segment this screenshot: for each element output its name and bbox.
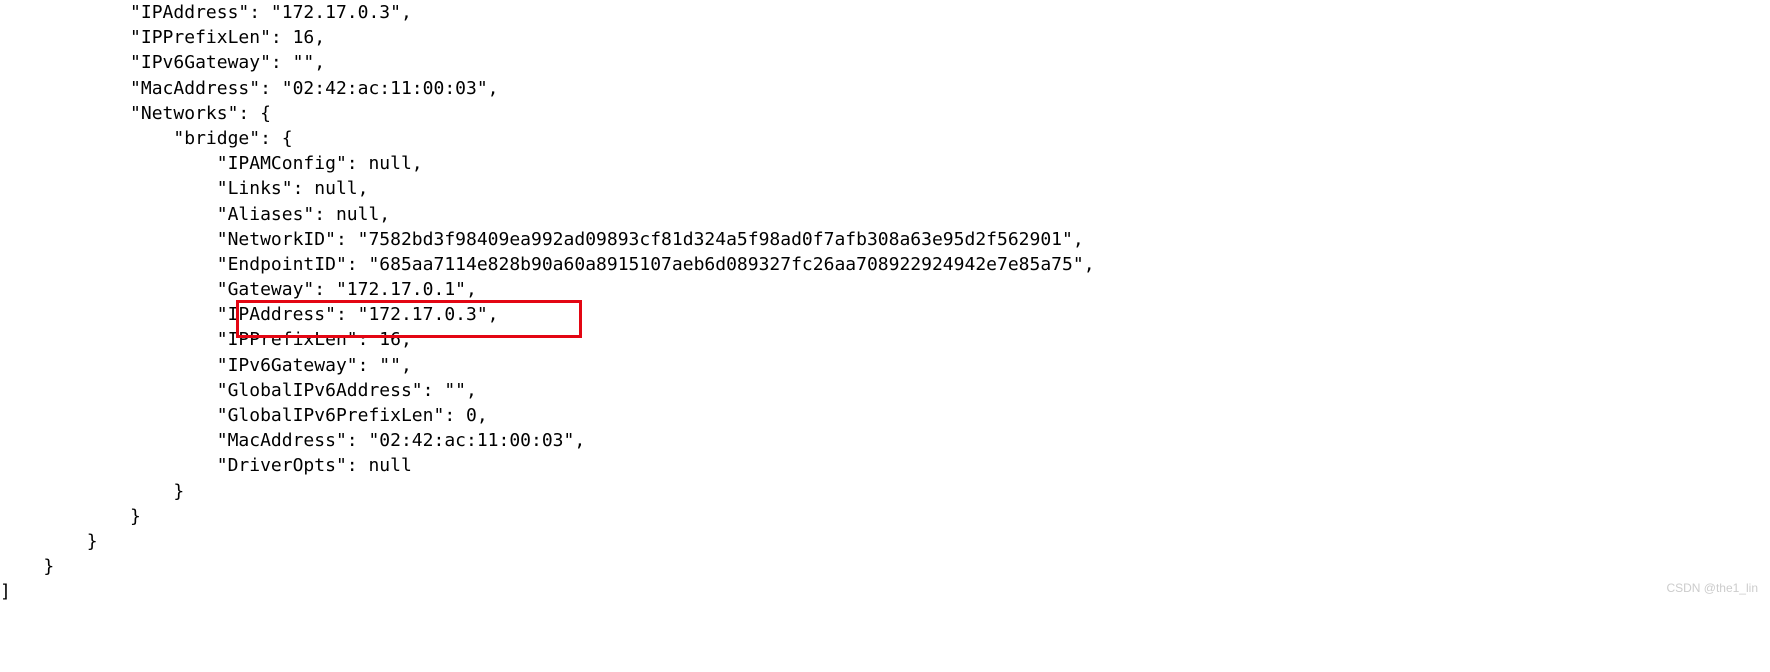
code-line: "IPv6Gateway": "", [0,353,1770,378]
code-line: } [0,504,1770,529]
code-line: "Gateway": "172.17.0.1", [0,277,1770,302]
code-line: "IPPrefixLen": 16, [0,327,1770,352]
json-code-block: "IPAddress": "172.17.0.3", "IPPrefixLen"… [0,0,1770,605]
code-line: "NetworkID": "7582bd3f98409ea992ad09893c… [0,227,1770,252]
code-line: "EndpointID": "685aa7114e828b90a60a89151… [0,252,1770,277]
code-line-highlighted: "IPAddress": "172.17.0.3", [0,302,1770,327]
code-line: ] [0,579,1770,604]
code-line: "IPv6Gateway": "", [0,50,1770,75]
code-line: } [0,479,1770,504]
code-line: "Aliases": null, [0,202,1770,227]
code-line: "Networks": { [0,101,1770,126]
code-line: "IPAddress": "172.17.0.3", [0,0,1770,25]
code-line: "IPPrefixLen": 16, [0,25,1770,50]
code-line: "GlobalIPv6PrefixLen": 0, [0,403,1770,428]
code-line: } [0,529,1770,554]
code-line: "MacAddress": "02:42:ac:11:00:03", [0,428,1770,453]
code-line: "Links": null, [0,176,1770,201]
code-line: "bridge": { [0,126,1770,151]
watermark-text: CSDN @the1_lin [1666,580,1758,597]
code-line: "GlobalIPv6Address": "", [0,378,1770,403]
code-line: } [0,554,1770,579]
code-line: "MacAddress": "02:42:ac:11:00:03", [0,76,1770,101]
code-line: "IPAMConfig": null, [0,151,1770,176]
code-line: "DriverOpts": null [0,453,1770,478]
